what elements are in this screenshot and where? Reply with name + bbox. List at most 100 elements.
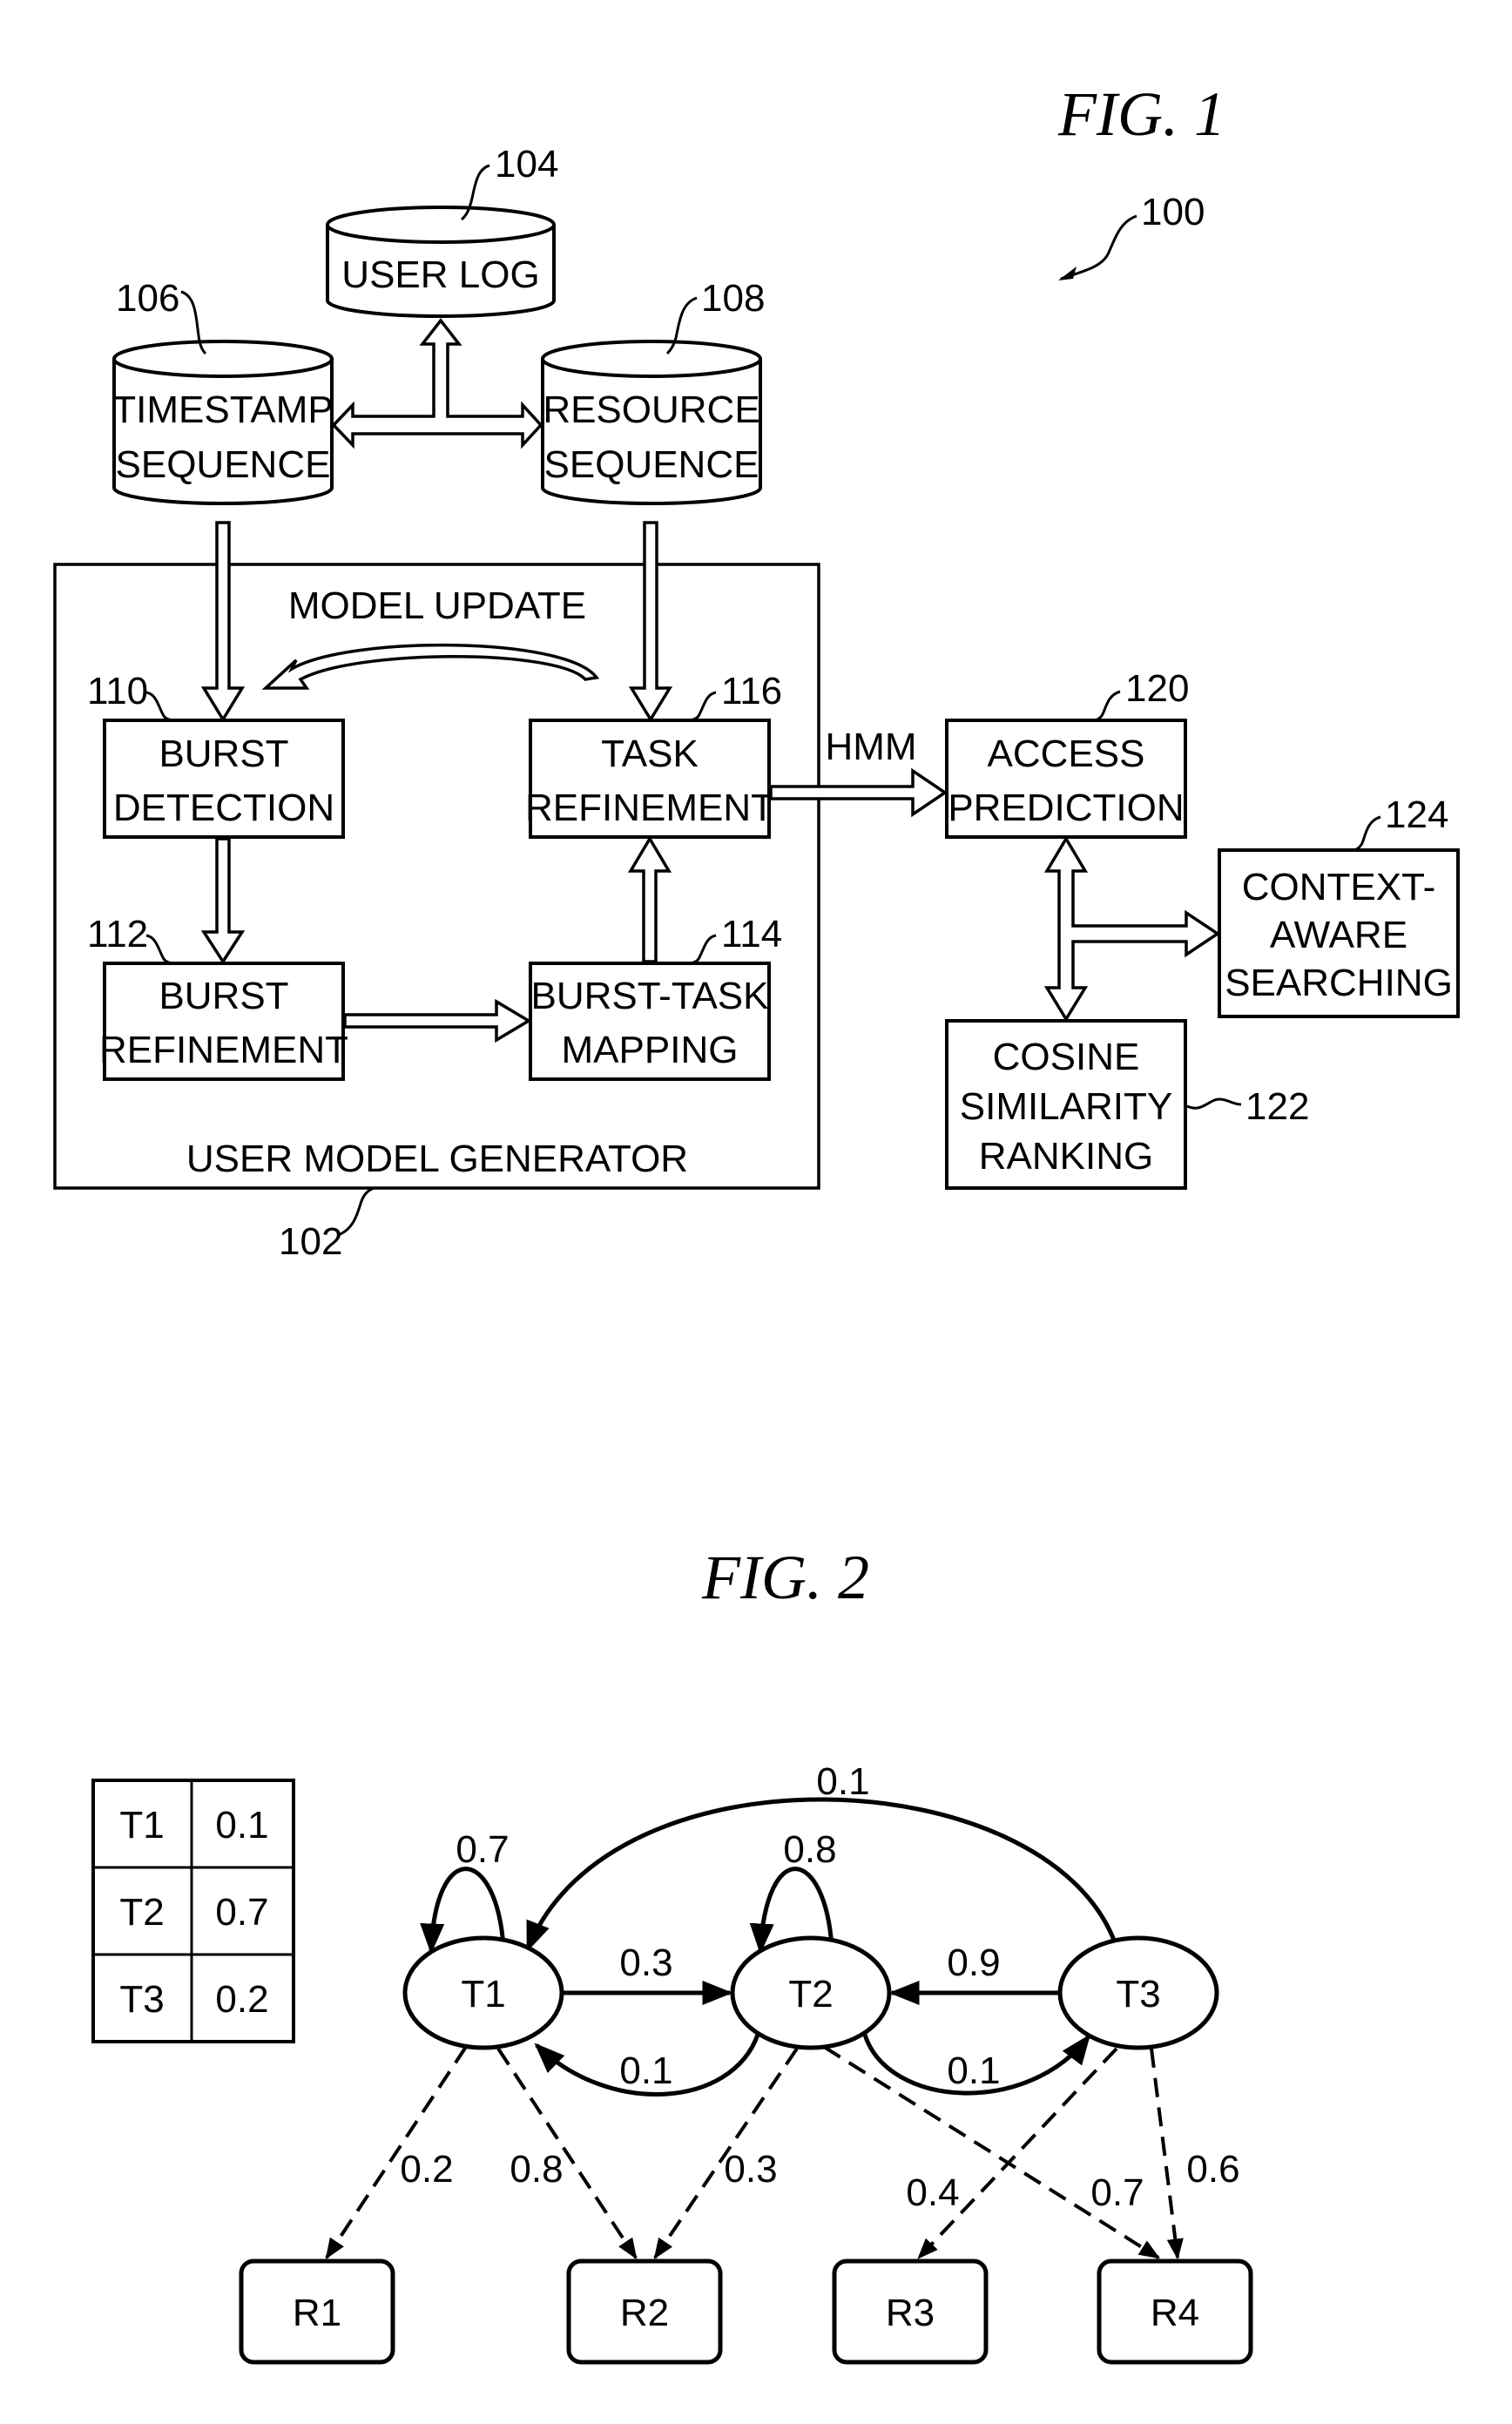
ref-122: 122: [1245, 1085, 1309, 1128]
ref-114: 114: [721, 913, 782, 955]
resource-label-line2: SEQUENCE: [544, 443, 759, 486]
cosine-line2: SIMILARITY: [960, 1085, 1173, 1128]
ref-116-leader: [687, 691, 717, 722]
emission-t3-r4: [1150, 2048, 1184, 2260]
access-prediction-line2: PREDICTION: [948, 787, 1184, 829]
edge-t2-self-label: 0.8: [783, 1828, 836, 1871]
figure-2: FIG. 2 T1 0.1 T2 0.7 T3 0.2 0.1 0.7 0.8 …: [91, 1543, 1253, 2365]
table-value: 0.2: [215, 1978, 268, 2021]
hmm-label: HMM: [825, 726, 916, 768]
resource-node-r3: R3: [832, 2259, 989, 2365]
table-value: 0.1: [215, 1804, 268, 1847]
ref-116: 116: [721, 670, 782, 712]
ref-120: 120: [1125, 667, 1189, 710]
prediction-ranking-search-arrow: [1043, 835, 1221, 1023]
model-update-arrow: [261, 643, 600, 690]
ref-110-leader: [145, 691, 175, 722]
emission-t2-r4-label: 0.7: [1090, 2171, 1144, 2214]
resource-node-r1: R1: [239, 2259, 395, 2365]
ref-108: 108: [701, 277, 765, 320]
task-refinement-line1: TASK: [601, 733, 699, 775]
edge-t3-t1: [525, 1797, 1117, 1953]
db-exchange-arrow: [331, 318, 543, 449]
context-search-line3: SEARCHING: [1225, 962, 1453, 1004]
state-label: T3: [1116, 1973, 1160, 2015]
emission-t3-r4-label: 0.6: [1186, 2148, 1239, 2191]
emission-t2-r2-label: 0.3: [724, 2148, 777, 2191]
burst-task-mapping-line2: MAPPING: [562, 1029, 739, 1071]
cosine-line3: RANKING: [979, 1135, 1153, 1178]
state-node-t3: T3: [1057, 1935, 1219, 2050]
user-log-database: USER LOG 104: [326, 143, 558, 318]
mapping-to-task-refinement-arrow: [627, 835, 672, 963]
refinement-to-mapping-arrow: [343, 998, 532, 1043]
fig1-title: FIG. 1: [1057, 79, 1225, 149]
ref-100-arrowhead: [1058, 267, 1077, 280]
resource-label: R4: [1151, 2292, 1199, 2334]
ref-100: 100: [1141, 191, 1205, 233]
ref-120-leader: [1092, 690, 1121, 722]
cosine-similarity-ranking-block: COSINE SIMILARITY RANKING 122: [945, 1019, 1309, 1190]
edge-t1-t2-label: 0.3: [619, 1941, 672, 1984]
emission-t1-r2-label: 0.8: [510, 2148, 563, 2191]
resource-node-r4: R4: [1097, 2259, 1253, 2365]
access-prediction-line1: ACCESS: [988, 733, 1145, 775]
timestamp-label-line1: TIMESTAMP: [112, 388, 333, 431]
ref-110: 110: [87, 670, 148, 712]
emission-t1-r1-label: 0.2: [400, 2148, 453, 2191]
timestamp-label-line2: SEQUENCE: [116, 443, 331, 486]
ref-124: 124: [1385, 793, 1448, 836]
edge-t1-self-label: 0.7: [456, 1828, 509, 1871]
burst-refinement-line2: REFINEMENT: [99, 1029, 348, 1071]
figure-1: FIG. 1 100 USER LOG 104 TIMESTAMP SEQUEN…: [53, 79, 1460, 1263]
context-search-line1: CONTEXT-: [1242, 866, 1435, 908]
resource-label: R2: [620, 2292, 669, 2334]
edge-t2-t3-label: 0.1: [947, 2049, 1000, 2092]
state-node-t2: T2: [730, 1935, 892, 2050]
user-model-generator-label: USER MODEL GENERATOR: [186, 1138, 688, 1180]
table-value: 0.7: [215, 1891, 268, 1934]
ref-112: 112: [87, 913, 148, 955]
timestamp-to-burst-detection-arrow: [200, 521, 246, 723]
burst-refinement-line1: BURST: [159, 975, 288, 1017]
ref-114-leader: [687, 934, 717, 965]
context-aware-searching-block: CONTEXT- AWARE 124 SEARCHING: [1218, 793, 1460, 1018]
initial-probability-table: T1 0.1 T2 0.7 T3 0.2: [91, 1779, 295, 2043]
ref-102: 102: [279, 1220, 342, 1263]
state-label: T1: [461, 1973, 505, 2015]
table-state: T1: [119, 1804, 164, 1847]
timestamp-sequence-database: TIMESTAMP SEQUENCE 106: [112, 277, 334, 505]
ref-122-leader: [1186, 1097, 1242, 1110]
table-state: T2: [119, 1891, 164, 1934]
resource-sequence-database: RESOURCE SEQUENCE 108: [541, 277, 765, 505]
table-state: T3: [119, 1978, 164, 2021]
edge-t2-t1-label: 0.1: [619, 2049, 672, 2092]
ref-106: 106: [116, 277, 179, 320]
burst-detection-line1: BURST: [159, 733, 288, 775]
access-prediction-block: ACCESS PREDICTION 120: [945, 667, 1189, 839]
hmm-arrow: [769, 767, 948, 818]
ref-124-leader: [1351, 815, 1381, 852]
context-search-line2: AWARE: [1270, 914, 1407, 956]
detection-to-refinement-arrow: [200, 837, 246, 965]
edge-t3-t2-label: 0.9: [947, 1941, 1000, 1984]
cosine-line1: COSINE: [993, 1036, 1140, 1078]
user-log-label: USER LOG: [341, 253, 539, 296]
burst-task-mapping-line1: BURST-TASK: [530, 975, 768, 1017]
fig2-title: FIG. 2: [701, 1543, 869, 1612]
resource-label: R3: [886, 2292, 935, 2334]
model-update-label: MODEL UPDATE: [288, 584, 586, 627]
ref-100-leader: [1060, 214, 1137, 280]
ref-104: 104: [495, 143, 558, 186]
resource-to-task-refinement-arrow: [628, 521, 673, 723]
resource-node-r2: R2: [566, 2259, 723, 2365]
ref-102-leader: [337, 1186, 375, 1237]
emission-t3-r3-label: 0.4: [906, 2171, 959, 2214]
state-node-t1: T1: [402, 1935, 564, 2050]
resource-label-line1: RESOURCE: [543, 388, 759, 431]
task-refinement-line2: REFINEMENT: [525, 787, 774, 829]
state-label: T2: [788, 1973, 833, 2015]
ref-112-leader: [145, 934, 175, 965]
resource-label: R1: [293, 2292, 341, 2334]
patent-drawing-sheet: FIG. 1 100 USER LOG 104 TIMESTAMP SEQUEN…: [53, 79, 1460, 2365]
